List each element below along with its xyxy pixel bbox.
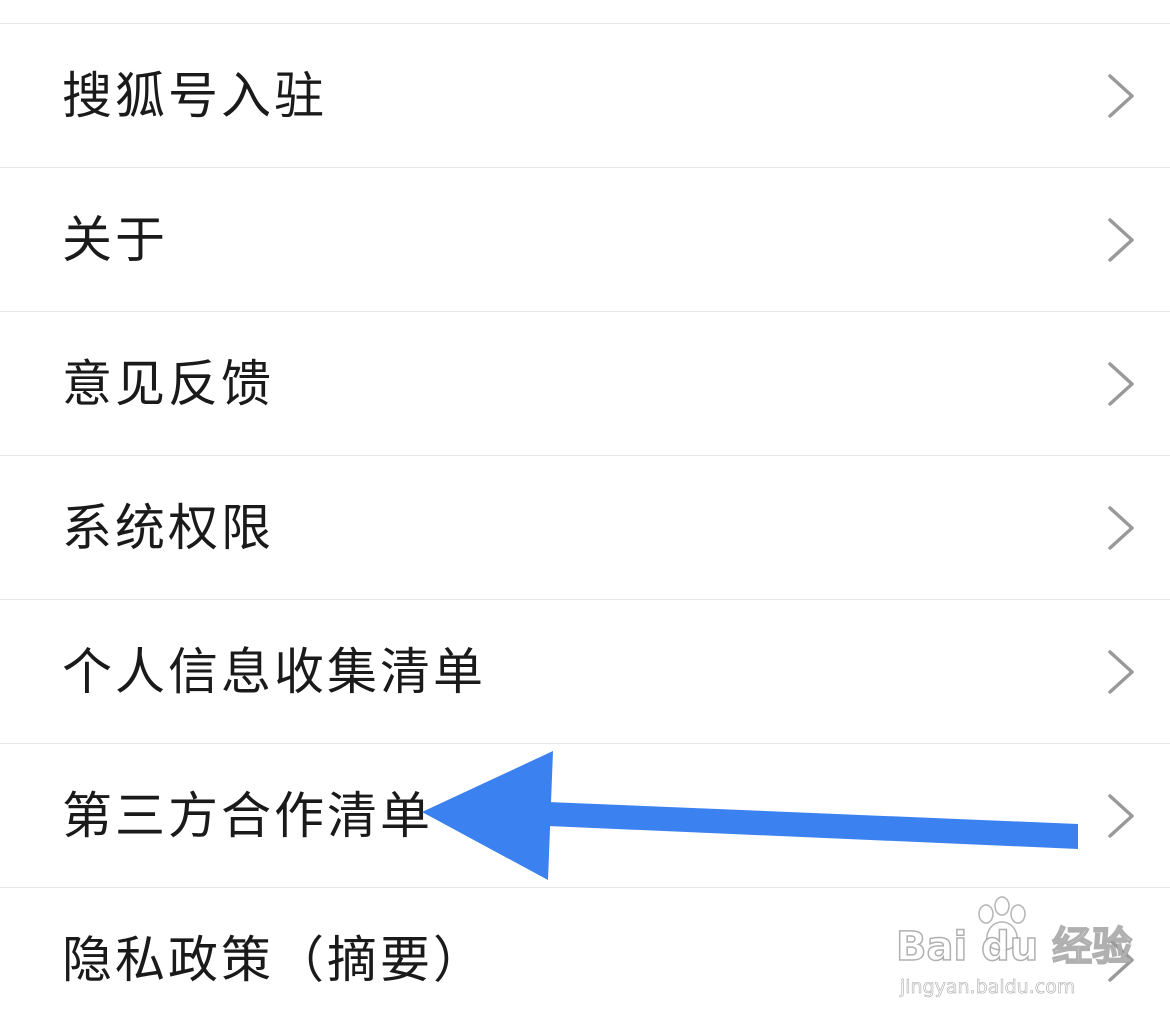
settings-item-label: 第三方合作清单 [62, 786, 433, 845]
settings-item-label: 个人信息收集清单 [62, 642, 486, 701]
settings-item-about[interactable]: 关于 [0, 168, 1170, 312]
chevron-right-icon [1108, 217, 1134, 262]
settings-item-feedback[interactable]: 意见反馈 [0, 312, 1170, 456]
chevron-right-icon [1108, 73, 1134, 118]
chevron-right-icon [1108, 361, 1134, 406]
chevron-right-icon [1108, 505, 1134, 550]
settings-item-sohu-account[interactable]: 搜狐号入驻 [0, 24, 1170, 168]
settings-item-system-permissions[interactable]: 系统权限 [0, 456, 1170, 600]
chevron-right-icon [1108, 649, 1134, 694]
settings-item-label: 隐私政策（摘要） [62, 931, 486, 989]
settings-item-label: 搜狐号入驻 [62, 66, 327, 125]
settings-item-third-party-list[interactable]: 第三方合作清单 [0, 744, 1170, 888]
chevron-right-icon [1108, 938, 1134, 982]
chevron-right-icon [1108, 793, 1134, 838]
settings-item-label: 意见反馈 [62, 354, 274, 413]
settings-item-privacy-policy[interactable]: 隐私政策（摘要） [0, 888, 1170, 1028]
settings-item-label: 关于 [62, 210, 168, 269]
settings-item-label: 系统权限 [62, 498, 274, 557]
settings-list: 搜狐号入驻 关于 意见反馈 系统权限 个人信息收集清单 第三方合作清单 隐私政策… [0, 0, 1170, 1028]
settings-item-personal-info-list[interactable]: 个人信息收集清单 [0, 600, 1170, 744]
